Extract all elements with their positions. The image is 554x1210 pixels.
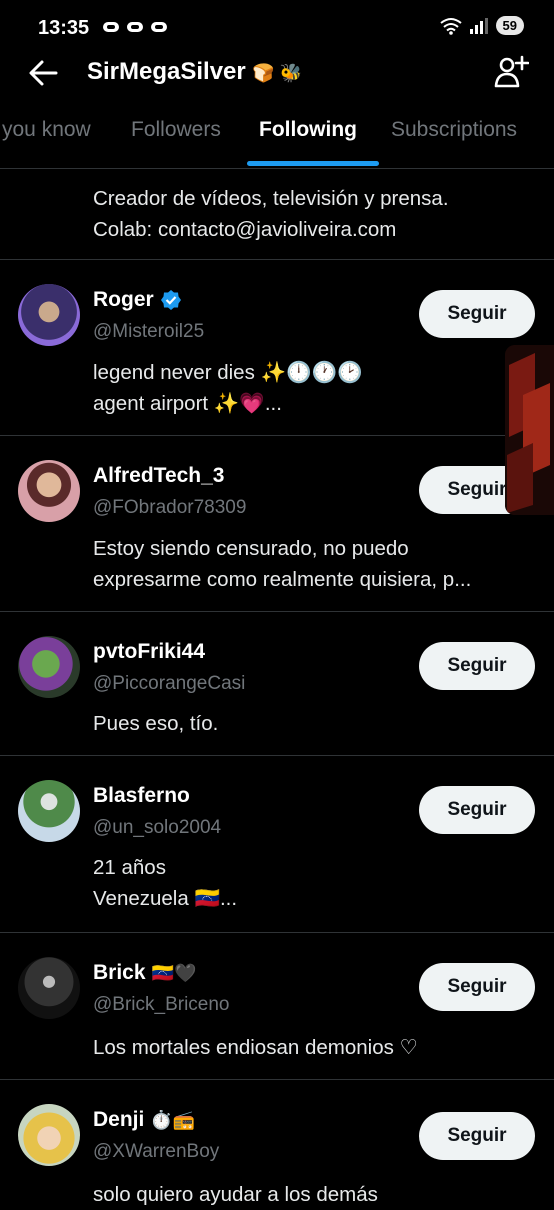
user-handle: @FObrador78309 [93,497,247,518]
user-bio: Pues eso, tío. [93,712,219,735]
name-emoji: 🇻🇪🖤 [151,962,197,983]
back-arrow-icon[interactable] [26,56,60,90]
active-tab-indicator [247,161,379,166]
user-handle: @un_solo2004 [93,817,222,838]
list-item[interactable]: Creador de vídeos, televisión y prensa. … [0,169,554,260]
add-user-button[interactable] [493,54,529,90]
thumbnail-image [505,345,554,515]
list-item[interactable]: Denji ⏱️📻 @XWarrenBoy solo quiero ayudar… [0,1080,554,1206]
wifi-icon [439,17,462,35]
tab-subscriptions[interactable]: Subscriptions [391,118,517,142]
avatar[interactable] [18,636,80,698]
user-name[interactable]: pvtoFriki44 [93,640,205,664]
user-name[interactable]: Roger [93,288,154,312]
page-title: SirMegaSilver 🍞 🐝 [87,58,302,86]
user-bio: Los mortales endiosan demonios ♡ [93,1036,418,1059]
tab-bar: you know Followers Following Subscriptio… [0,104,554,169]
user-bio: solo quiero ayudar a los demás [93,1183,378,1206]
tab-you-know[interactable]: you know [2,118,91,142]
battery-badge: 59 [495,16,524,35]
list-item[interactable]: Roger @Misteroil25 legend never dies ✨🕛🕐… [0,260,554,436]
user-name[interactable]: Brick [93,961,146,985]
list-item[interactable]: Brick 🇻🇪🖤 @Brick_Briceno Los mortales en… [0,933,554,1080]
follow-button[interactable]: Seguir [419,963,535,1011]
user-handle: @PiccorangeCasi [93,673,246,694]
title-emoji: 🍞 🐝 [252,63,303,83]
avatar[interactable] [18,1104,80,1166]
status-time: 13:35 [38,17,90,39]
user-bio: legend never dies ✨🕛🕐🕑 agent airport ✨💗.… [93,361,363,415]
tab-following[interactable]: Following [259,118,357,142]
user-bio: Creador de vídeos, televisión y prensa. … [93,187,449,241]
avatar[interactable] [18,957,80,1019]
user-bio: 21 años Venezuela 🇻🇪... [93,856,238,910]
floating-video-thumbnail[interactable] [505,345,554,515]
user-handle: @Misteroil25 [93,321,205,342]
user-name[interactable]: Denji [93,1108,144,1132]
game-controller-icon [102,19,120,35]
user-handle: @XWarrenBoy [93,1141,220,1162]
avatar[interactable] [18,780,80,842]
verified-badge-icon [160,290,181,310]
follow-button[interactable]: Seguir [419,642,535,690]
avatar[interactable] [18,284,80,346]
avatar[interactable] [18,460,80,522]
list-item[interactable]: AlfredTech_3 @FObrador78309 Estoy siendo… [0,436,554,612]
user-name[interactable]: Blasferno [93,784,190,808]
user-handle: @Brick_Briceno [93,994,230,1015]
user-name[interactable]: AlfredTech_3 [93,464,225,488]
signal-icon [469,17,488,34]
game-controller-icon [126,19,144,35]
follow-button[interactable]: Seguir [419,1112,535,1160]
notification-icons [102,19,168,35]
follow-button[interactable]: Seguir [419,290,535,338]
profile-header: SirMegaSilver 🍞 🐝 [0,48,554,96]
user-bio: Estoy siendo censurado, no puedo expresa… [93,537,472,591]
tab-followers[interactable]: Followers [131,118,221,142]
name-emoji: ⏱️📻 [150,1109,196,1130]
list-item[interactable]: pvtoFriki44 @PiccorangeCasi Pues eso, tí… [0,612,554,756]
list-item[interactable]: Blasferno @un_solo2004 21 años Venezuela… [0,756,554,933]
profile-name: SirMegaSilver [87,58,246,85]
follow-button[interactable]: Seguir [419,786,535,834]
game-controller-icon [150,19,168,35]
